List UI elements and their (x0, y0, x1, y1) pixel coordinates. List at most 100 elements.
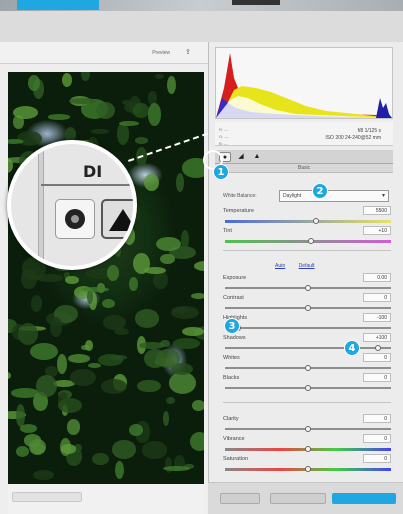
adjustments-panel: R: --- G: --- B: --- f/8 1/125 s ISO 200… (208, 42, 403, 514)
slider-clarity: Clarity 0 (223, 414, 395, 434)
vibrance-value-field[interactable]: 0 (363, 434, 391, 443)
foliage-blob (8, 371, 11, 379)
divider (223, 402, 391, 403)
save-image-button[interactable] (12, 492, 82, 502)
foliage-blob (144, 173, 160, 192)
exposure-slider-thumb[interactable] (305, 285, 311, 291)
foliage-blob (13, 106, 39, 119)
foliage-blob (144, 266, 166, 274)
vibrance-slider-thumb[interactable] (305, 446, 311, 452)
foliage-blob (102, 298, 116, 308)
vibrance-label: Vibrance (223, 436, 245, 442)
lens-icon (65, 209, 85, 229)
whites-slider-thumb[interactable] (305, 365, 311, 371)
foliage-blob (163, 465, 190, 472)
foliage-blob (70, 368, 96, 386)
blacks-value-field[interactable]: 0 (363, 373, 391, 382)
blacks-slider-thumb[interactable] (305, 385, 311, 391)
shadows-slider-thumb[interactable] (374, 345, 381, 351)
slider-tint: Tint +10 (223, 226, 395, 246)
white-balance-value: Daylight (283, 193, 302, 199)
foliage-blob (175, 172, 185, 193)
slider-contrast: Contrast 0 (223, 293, 395, 313)
preview-toolbar: Preview ⇪ (0, 42, 208, 64)
tab-detail[interactable]: ▲ (251, 152, 263, 162)
tab-tone-curve[interactable]: ◢ (235, 152, 247, 162)
shadows-label: Shadows (223, 335, 246, 341)
foliage-blob (182, 158, 204, 178)
saturation-label: Saturation (223, 456, 249, 462)
highlights-value-field[interactable]: -100 (363, 313, 391, 322)
foliage-blob (36, 274, 63, 283)
foliage-blob (106, 264, 120, 282)
foliage-blob (193, 260, 204, 271)
blacks-label: Blacks (223, 375, 240, 381)
highlights-track[interactable] (225, 327, 391, 329)
dialog-buttons (208, 482, 403, 514)
white-balance-row: White Balance: Daylight ▾ (223, 189, 393, 203)
tone-curve-icon (109, 209, 133, 231)
clarity-value-field[interactable]: 0 (363, 414, 391, 423)
foliage-blob (28, 438, 46, 456)
foliage-blob (116, 123, 130, 146)
foliage-blob (57, 397, 82, 413)
whites-label: Whites (223, 355, 240, 361)
foliage-blob (88, 362, 101, 368)
section-header: Basic (215, 164, 393, 173)
cancel-button[interactable] (220, 493, 260, 504)
foliage-blob (61, 444, 76, 454)
export-icon[interactable]: ⇪ (185, 48, 193, 56)
foliage-blob (101, 378, 127, 394)
callout-divider (38, 144, 44, 266)
foliage-blob (110, 354, 128, 361)
open-image-button[interactable] (332, 493, 396, 504)
saturation-slider-thumb[interactable] (305, 466, 311, 472)
shadows-value-field[interactable]: +100 (363, 333, 391, 342)
contrast-value-field[interactable]: 0 (363, 293, 391, 302)
exposure-info: f/8 1/125 s ISO 200 24-240@52 mm (325, 128, 381, 141)
dark-tab (232, 0, 280, 5)
tint-label: Tint (223, 228, 232, 234)
slider-temperature: Temperature 5500 (223, 206, 395, 226)
contrast-slider-thumb[interactable] (305, 305, 311, 311)
panel-tabs: ● ◢ ▲ (215, 150, 393, 164)
slider-highlights: Highlights-100 (223, 313, 395, 333)
tint-slider-thumb[interactable] (308, 238, 315, 244)
foliage-blob (165, 397, 175, 405)
contrast-label: Contrast (223, 295, 244, 301)
foliage-blob (156, 236, 182, 251)
preview-image[interactable] (8, 72, 204, 484)
shadows-track[interactable] (225, 347, 391, 349)
foliage-blob (92, 452, 109, 465)
foliage-blob (115, 461, 125, 480)
histogram-graph (216, 53, 392, 118)
temperature-slider-thumb[interactable] (313, 218, 320, 224)
tone-curve-tab-icon: ◢ (238, 153, 244, 160)
done-button[interactable] (270, 493, 326, 504)
foliage-blob (170, 306, 199, 320)
clarity-slider-thumb[interactable] (305, 426, 311, 432)
slider-saturation: Saturation 0 (223, 454, 395, 474)
chevron-down-icon: ▾ (381, 193, 385, 199)
foliage-blob (67, 353, 91, 363)
tint-value-field[interactable]: +10 (363, 226, 391, 235)
default-link[interactable]: Default (299, 263, 315, 269)
foliage-blob (134, 309, 159, 328)
foliage-blob (148, 103, 161, 126)
exposure-value-field[interactable]: 0.00 (363, 273, 391, 282)
top-strip (0, 0, 403, 42)
white-balance-select[interactable]: Daylight ▾ (279, 190, 389, 202)
foliage-blob (191, 399, 204, 411)
saturation-value-field[interactable]: 0 (363, 454, 391, 463)
exposure-label: Exposure (223, 275, 247, 281)
camera-info: R: --- G: --- B: --- f/8 1/125 s ISO 200… (215, 122, 393, 146)
foliage-blob (132, 103, 149, 118)
foliage-blob (189, 432, 204, 451)
auto-link[interactable]: Auto (275, 263, 285, 269)
step-badge-2: 2 (312, 183, 328, 199)
temperature-track[interactable] (225, 220, 391, 223)
preview-toggle-label[interactable]: Preview (152, 50, 170, 56)
temperature-value-field[interactable]: 5500 (363, 206, 391, 215)
foliage-blob (119, 120, 139, 127)
whites-value-field[interactable]: 0 (363, 353, 391, 362)
